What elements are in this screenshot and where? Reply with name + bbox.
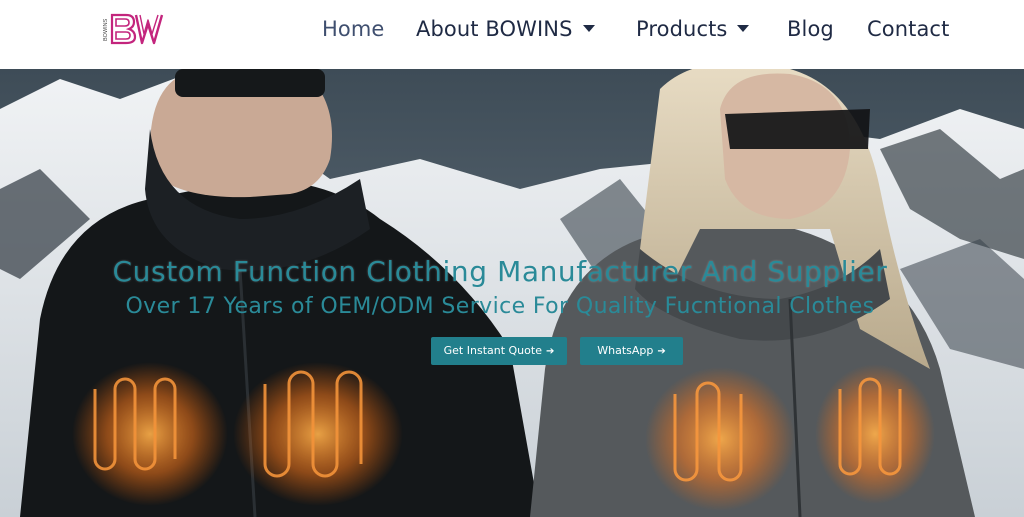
nav-products[interactable]: Products [636, 16, 750, 42]
hero-background-image [0, 69, 1024, 517]
nav-contact[interactable]: Contact [867, 16, 949, 42]
nav-blog[interactable]: Blog [787, 16, 834, 42]
get-instant-quote-button[interactable]: Get Instant Quote ➔ [431, 337, 567, 365]
nav-products-label: Products [636, 17, 728, 41]
nav-about-label: About BOWINS [416, 17, 573, 41]
whatsapp-button[interactable]: WhatsApp ➔ [580, 337, 683, 365]
arrow-right-icon: ➔ [657, 346, 666, 357]
quote-button-label: Get Instant Quote [443, 344, 542, 357]
hero-banner: Custom Function Clothing Manufacturer An… [0, 69, 1024, 517]
caret-down-icon [582, 24, 595, 32]
nav-home[interactable]: Home [322, 16, 384, 42]
site-header: BOWINS Home About BOWINS Products Blog C… [0, 0, 1024, 69]
main-nav: Home About BOWINS Products Blog Contact [0, 0, 1024, 58]
hero-headline: Custom Function Clothing Manufacturer An… [112, 255, 888, 288]
hero-subheadline: Over 17 Years of OEM/ODM Service For Qua… [125, 294, 875, 319]
nav-about-bowins[interactable]: About BOWINS [416, 16, 595, 42]
arrow-right-icon: ➔ [545, 346, 555, 357]
whatsapp-button-label: WhatsApp [597, 344, 654, 357]
caret-down-icon [737, 24, 750, 32]
